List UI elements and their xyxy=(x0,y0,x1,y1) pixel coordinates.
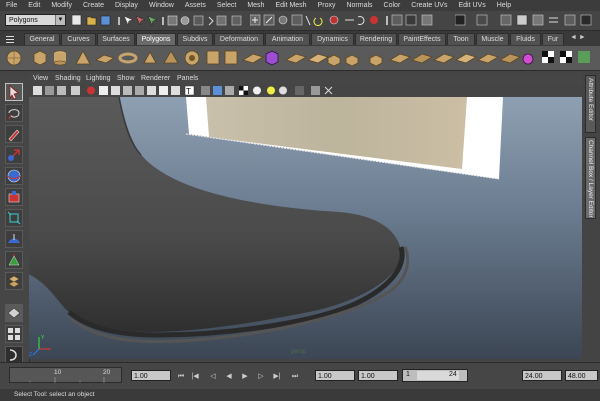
go-to-start-icon[interactable]: ⏮ xyxy=(176,372,186,382)
panel-menu-show[interactable]: Show xyxy=(117,73,135,84)
attribute-editor-label: Attribute Editor xyxy=(587,78,594,121)
toolbox xyxy=(0,76,30,366)
playback-end-field[interactable]: 24.00 xyxy=(522,370,562,381)
scale-tool-icon[interactable] xyxy=(5,188,23,206)
shelf-menu-icon[interactable] xyxy=(4,33,16,45)
svg-text:Y: Y xyxy=(41,335,45,341)
shelf-tab-muscle[interactable]: Muscle xyxy=(476,33,509,45)
render-tools-icons[interactable] xyxy=(455,14,595,27)
end-time-field[interactable]: 48.00 xyxy=(565,370,598,381)
soft-mod-tool-icon[interactable] xyxy=(5,230,23,248)
timeline-panel: 10 20 1.00 ⏮ |◀ ◁ ◀ ▶ ▷ ▶| ⏭ 1.00 1.00 1… xyxy=(0,362,600,401)
menu-edit[interactable]: Edit xyxy=(22,0,45,11)
rotate-tool-icon[interactable] xyxy=(5,167,23,185)
camera-name-label: persp xyxy=(291,349,307,355)
last-tool-icon[interactable] xyxy=(5,272,23,290)
range-inner-end: 24 xyxy=(449,371,457,378)
paint-select-tool-icon[interactable] xyxy=(5,125,23,143)
shelf-tab-curves[interactable]: Curves xyxy=(61,33,96,45)
panel-toolbar-icons[interactable]: T xyxy=(33,85,343,96)
menu-modify[interactable]: Modify xyxy=(45,0,77,11)
menu-help[interactable]: Help xyxy=(491,0,516,11)
panel-toolbar: T xyxy=(29,84,582,97)
menu-select[interactable]: Select xyxy=(211,0,241,11)
polygons-shelf xyxy=(0,46,600,71)
menu-proxy[interactable]: Proxy xyxy=(312,0,341,11)
menu-file[interactable]: File xyxy=(0,0,22,11)
current-frame-field[interactable]: 1.00 xyxy=(131,370,171,381)
menu-display[interactable]: Display xyxy=(109,0,143,11)
quick-layout-icon[interactable] xyxy=(5,304,23,322)
menu-assets[interactable]: Assets xyxy=(179,0,211,11)
shelf-tab-dynamics[interactable]: Dynamics xyxy=(311,33,354,45)
svg-text:T: T xyxy=(186,87,191,96)
shelf-tab-animation[interactable]: Animation xyxy=(265,33,310,45)
step-back-frame-icon[interactable]: ◁ xyxy=(208,372,218,382)
chevron-down-icon: ▼ xyxy=(55,15,65,25)
start-time-field[interactable]: 1.00 xyxy=(315,370,355,381)
move-tool-icon[interactable] xyxy=(5,146,23,164)
universal-manipulator-icon[interactable] xyxy=(5,209,23,227)
menu-create[interactable]: Create xyxy=(77,0,109,11)
time-slider[interactable]: 10 20 xyxy=(9,367,122,383)
range-slider[interactable]: 1 24 xyxy=(402,369,468,382)
menu-edit-mesh[interactable]: Edit Mesh xyxy=(269,0,311,11)
channel-box-tab[interactable]: Channel Box / Layer Editor xyxy=(585,137,596,219)
attribute-editor-tab[interactable]: Attribute Editor xyxy=(585,75,596,133)
select-tool-icon[interactable] xyxy=(5,83,23,101)
svg-text:Z: Z xyxy=(29,352,32,358)
menu-window[interactable]: Window xyxy=(143,0,179,11)
playback-start-field[interactable]: 1.00 xyxy=(358,370,398,381)
shelf-tab-deformation[interactable]: Deformation xyxy=(214,33,264,45)
side-tabs: Attribute Editor Channel Box / Layer Edi… xyxy=(582,73,600,363)
shelf-tab-rendering[interactable]: Rendering xyxy=(355,33,397,45)
file-tools-icons[interactable] xyxy=(72,14,247,27)
main-menubar: File Edit Modify Create Display Window A… xyxy=(0,0,600,11)
show-manipulator-icon[interactable] xyxy=(5,251,23,269)
image-plane xyxy=(185,97,503,180)
shelf-tab-general[interactable]: General xyxy=(24,33,60,45)
shelf-tab-fluids[interactable]: Fluids xyxy=(510,33,541,45)
shelf-tab-toon[interactable]: Toon xyxy=(447,33,475,45)
panel-menubar: View Shading Lighting Show Renderer Pane… xyxy=(29,73,582,84)
shelf-tab-polygons[interactable]: Polygons xyxy=(136,33,176,45)
range-inner-start: 1 xyxy=(406,371,410,378)
panel-menu-panels[interactable]: Panels xyxy=(177,73,198,84)
channel-box-label: Channel Box / Layer Editor xyxy=(587,140,594,218)
lasso-tool-icon[interactable] xyxy=(5,104,23,122)
help-line: Select Tool: select an object xyxy=(0,389,600,401)
panel-menu-renderer[interactable]: Renderer xyxy=(141,73,170,84)
tick-label-20: 20 xyxy=(103,369,111,376)
shelf-tab-painteffects[interactable]: PaintEffects xyxy=(398,33,446,45)
play-backwards-icon[interactable]: ◀ xyxy=(224,372,234,382)
layout-panels-icon[interactable] xyxy=(5,325,23,343)
menu-create-uvs[interactable]: Create UVs xyxy=(405,0,452,11)
poly-primitives-icons[interactable] xyxy=(4,48,596,68)
panel-menu-view[interactable]: View xyxy=(33,73,48,84)
step-forward-frame-icon[interactable]: ▷ xyxy=(256,372,266,382)
menu-color[interactable]: Color xyxy=(378,0,406,11)
panel-menu-lighting[interactable]: Lighting xyxy=(86,73,111,84)
view-axis-indicator: Y Z xyxy=(29,335,51,358)
snap-tools-icons[interactable] xyxy=(250,14,450,27)
menu-normals[interactable]: Normals xyxy=(340,0,377,11)
menu-set-label: Polygons xyxy=(9,17,38,24)
play-forwards-icon[interactable]: ▶ xyxy=(240,372,250,382)
shelf-tab-surfaces[interactable]: Surfaces xyxy=(97,33,135,45)
menu-edit-uvs[interactable]: Edit UVs xyxy=(452,0,490,11)
menu-mesh[interactable]: Mesh xyxy=(241,0,269,11)
menu-set-selector[interactable]: Polygons ▼ xyxy=(5,14,66,26)
scene-render: Y Z xyxy=(29,97,503,358)
shelf-tab-subdivs[interactable]: Subdivs xyxy=(177,33,213,45)
shelf-tab-bar: General Curves Surfaces Polygons Subdivs… xyxy=(0,31,600,46)
shelf-tab-fur[interactable]: Fur xyxy=(542,33,564,45)
step-back-key-icon[interactable]: |◀ xyxy=(190,372,200,382)
status-line: Polygons ▼ xyxy=(0,11,600,31)
step-forward-key-icon[interactable]: ▶| xyxy=(272,372,282,382)
shelf-scroll-arrows[interactable]: ◄ ► xyxy=(570,34,586,41)
go-to-end-icon[interactable]: ⏭ xyxy=(290,372,300,382)
perspective-viewport[interactable]: Y Z persp xyxy=(29,97,582,359)
panel-menu-shading[interactable]: Shading xyxy=(55,73,81,84)
tick-label-10: 10 xyxy=(54,369,62,376)
